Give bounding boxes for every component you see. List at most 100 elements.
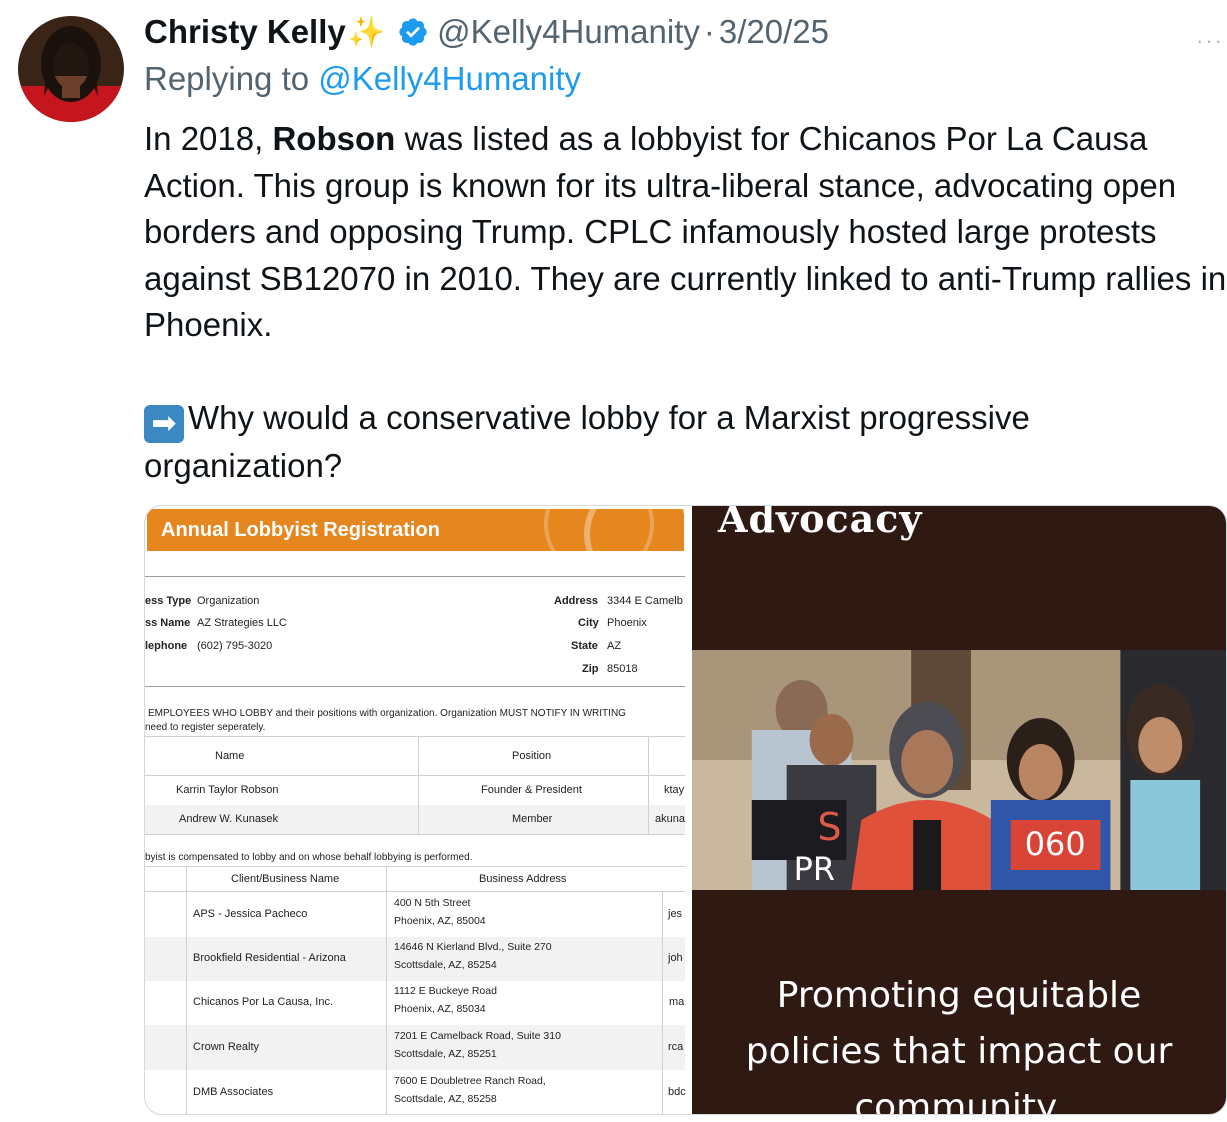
client-address-2: Scottsdale, AZ, 85254 (394, 959, 497, 971)
author-name[interactable]: Christy Kelly (144, 13, 346, 51)
client-address-1: 14646 N Kierland Blvd., Suite 270 (394, 941, 552, 953)
promo-tagline: Promoting equitable policies that impact… (692, 968, 1226, 1114)
client-email: joh (668, 952, 683, 964)
city-label: City (578, 617, 599, 629)
telephone-value: (602) 795-3020 (197, 640, 273, 652)
table-row: Andrew W. Kunasek Member akuna (145, 805, 685, 834)
verified-badge-icon (399, 18, 427, 46)
replying-prefix: Replying to (144, 60, 319, 97)
employees-note-2: need to register seperately. (145, 722, 266, 733)
zip-label: Zip (582, 663, 599, 675)
employees-table-header: Name Position (145, 736, 685, 776)
tweet-paragraph-2: ➡ Why would a conservative lobby for a Ma… (144, 395, 1227, 490)
promo-line-3: community. (854, 1087, 1064, 1114)
promo-line-1: Promoting equitable (776, 975, 1142, 1016)
media-image-advocacy[interactable]: Advocacy S PR 060 Promoting equitable po… (692, 506, 1226, 1114)
employee-position: Founder & President (481, 784, 582, 796)
client-name: Crown Realty (193, 1041, 260, 1053)
address-value: 3344 E Camelb (607, 595, 683, 607)
sparkle-emoji: ✨ (347, 15, 386, 49)
client-email: bdc (668, 1086, 686, 1098)
employees-note: EMPLOYEES WHO LOBBY and their positions … (148, 708, 626, 719)
table-divider (648, 736, 649, 834)
tweet-paragraph-1: In 2018, Robson was listed as a lobbyist… (144, 116, 1227, 349)
state-label: State (571, 640, 598, 652)
document-banner: Annual Lobbyist Registration (147, 509, 684, 551)
zip-value: 85018 (607, 663, 638, 675)
replying-mention-link[interactable]: @Kelly4Humanity (318, 60, 581, 97)
clients-note: byist is compensated to lobby and on who… (145, 852, 473, 863)
client-name: Chicanos Por La Causa, Inc. (193, 996, 334, 1008)
avatar-image (18, 16, 124, 122)
table-row: Brookfield Residential - Arizona 14646 N… (145, 937, 685, 981)
divider (145, 686, 685, 687)
state-value: AZ (607, 640, 622, 652)
table-row: Karrin Taylor Robson Founder & President… (145, 776, 685, 805)
tweet-header: Christy Kelly ✨ @Kelly4Humanity · 3/20/2… (144, 10, 829, 54)
client-address-2: Phoenix, AZ, 85034 (394, 1003, 486, 1015)
client-address-1: 7201 E Camelback Road, Suite 310 (394, 1030, 561, 1042)
banner-swirl-decoration (544, 509, 654, 551)
address-label: Address (554, 595, 599, 607)
tweet-text: In 2018, Robson was listed as a lobbyist… (144, 116, 1227, 490)
client-address-2: Phoenix, AZ, 85004 (394, 915, 486, 927)
col-header-client: Client/Business Name (231, 873, 340, 885)
table-row: DMB Associates 7600 E Doubletree Ranch R… (145, 1070, 686, 1114)
client-email: jes (668, 908, 683, 920)
replying-to: Replying to @Kelly4Humanity (144, 60, 581, 98)
sign-numbers: 060 (1025, 825, 1086, 863)
media-image-lobbyist-document[interactable]: Annual Lobbyist Registration ess Type Or… (145, 506, 690, 1114)
employee-email: ktay (664, 784, 685, 796)
more-options-icon[interactable]: ··· (1196, 28, 1224, 54)
table-divider (662, 892, 663, 1114)
client-name: APS - Jessica Pacheco (193, 908, 308, 920)
client-name: Brookfield Residential - Arizona (193, 952, 346, 964)
author-handle[interactable]: @Kelly4Humanity (437, 13, 700, 51)
client-address-1: 1112 E Buckeye Road (394, 985, 497, 997)
employee-name: Karrin Taylor Robson (176, 784, 279, 796)
client-address-2: Scottsdale, AZ, 85251 (394, 1048, 497, 1060)
divider (145, 834, 685, 835)
client-name: DMB Associates (193, 1086, 274, 1098)
client-address-1: 7600 E Doubletree Ranch Road, (394, 1075, 546, 1087)
city-value: Phoenix (607, 617, 647, 629)
promo-line-2: policies that impact our (745, 1031, 1173, 1072)
business-type-label: ess Type (145, 595, 192, 607)
separator-dot: · (703, 13, 715, 50)
table-row: Chicanos Por La Causa, Inc. 1112 E Bucke… (145, 981, 685, 1025)
client-email: rca (668, 1041, 684, 1053)
client-email: ma (669, 996, 685, 1008)
employee-name: Andrew W. Kunasek (179, 813, 279, 825)
tweet-p1-bold: Robson (272, 120, 396, 157)
tweet-date[interactable]: 3/20/25 (719, 13, 829, 51)
promo-title: Advocacy (718, 506, 923, 541)
right-arrow-emoji-icon: ➡ (144, 405, 184, 443)
document-banner-title: Annual Lobbyist Registration (161, 519, 440, 541)
table-divider (186, 866, 187, 1114)
client-address-2: Scottsdale, AZ, 85258 (394, 1093, 497, 1105)
employee-email: akuna (655, 813, 685, 825)
table-divider (418, 736, 419, 834)
tweet-p1-start: In 2018, (144, 120, 273, 157)
telephone-label: lephone (145, 640, 188, 652)
sign-letters-pr: PR (794, 850, 835, 888)
col-header-name: Name (215, 750, 245, 762)
tweet-p2-text: Why would a conservative lobby for a Mar… (144, 399, 1030, 484)
avatar[interactable] (18, 16, 124, 122)
clients-table-header: Client/Business Name Business Address (145, 866, 685, 892)
business-type-value: Organization (197, 595, 260, 607)
protest-photo: S PR 060 (692, 650, 1226, 890)
media-grid: Annual Lobbyist Registration ess Type Or… (144, 505, 1227, 1115)
table-row: Crown Realty 7201 E Camelback Road, Suit… (145, 1025, 685, 1070)
col-header-address: Business Address (479, 873, 567, 885)
divider (145, 576, 685, 577)
col-header-position: Position (512, 750, 552, 762)
business-name-label: ss Name (145, 617, 191, 629)
sign-letter-s: S (818, 805, 842, 849)
business-name-value: AZ Strategies LLC (197, 617, 287, 629)
client-address-1: 400 N 5th Street (394, 897, 471, 909)
table-row: APS - Jessica Pacheco 400 N 5th Street P… (145, 892, 685, 937)
employee-position: Member (512, 813, 553, 825)
table-divider (386, 866, 387, 1114)
